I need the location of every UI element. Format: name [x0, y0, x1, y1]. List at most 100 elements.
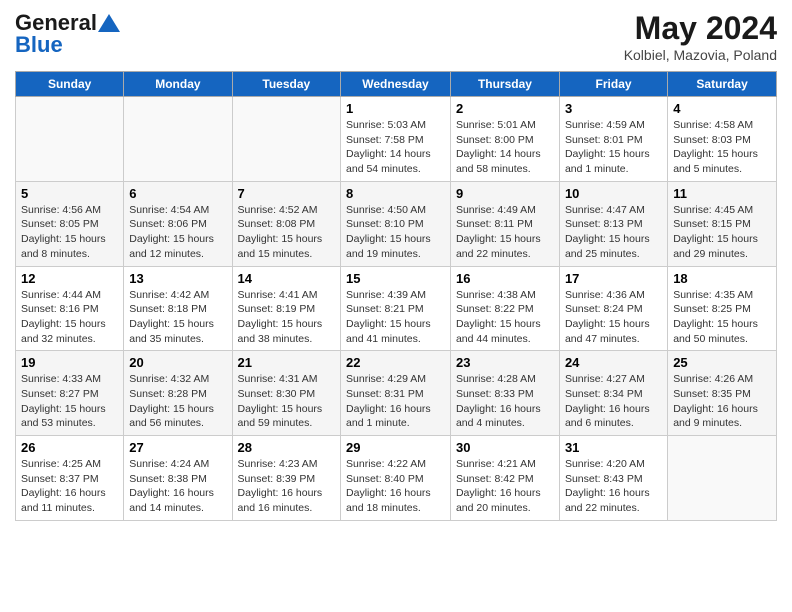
- title-block: May 2024 Kolbiel, Mazovia, Poland: [624, 10, 777, 63]
- day-number: 1: [346, 101, 445, 116]
- calendar-cell: 7Sunrise: 4:52 AMSunset: 8:08 PMDaylight…: [232, 181, 340, 266]
- day-info: Sunrise: 4:44 AMSunset: 8:16 PMDaylight:…: [21, 288, 118, 347]
- day-info: Sunrise: 4:49 AMSunset: 8:11 PMDaylight:…: [456, 203, 554, 262]
- calendar-cell: 17Sunrise: 4:36 AMSunset: 8:24 PMDayligh…: [559, 266, 667, 351]
- calendar-cell: 21 Sunrise: 4:31 AMSunset: 8:30 PMDayligh…: [232, 351, 340, 436]
- calendar-cell: 12Sunrise: 4:44 AMSunset: 8:16 PMDayligh…: [16, 266, 124, 351]
- day-number: 15: [346, 271, 445, 286]
- week-row-5: 26 Sunrise: 4:25 AMSunset: 8:37 PMDayligh…: [16, 436, 777, 521]
- calendar-cell: 24 Sunrise: 4:27 AMSunset: 8:34 PMDayligh…: [559, 351, 667, 436]
- calendar-cell: 2Sunrise: 5:01 AMSunset: 8:00 PMDaylight…: [450, 97, 559, 182]
- calendar-cell: 16Sunrise: 4:38 AMSunset: 8:22 PMDayligh…: [450, 266, 559, 351]
- day-number: 4: [673, 101, 771, 116]
- calendar-cell: [668, 436, 777, 521]
- day-info: Sunrise: 4:59 AMSunset: 8:01 PMDaylight:…: [565, 118, 662, 177]
- calendar-cell: 19Sunrise: 4:33 AMSunset: 8:27 PMDayligh…: [16, 351, 124, 436]
- day-info: Sunrise: 4:56 AMSunset: 8:05 PMDaylight:…: [21, 203, 118, 262]
- day-number: 11: [673, 186, 771, 201]
- logo: General Blue: [15, 10, 121, 58]
- calendar-cell: 22 Sunrise: 4:29 AMSunset: 8:31 PMDayligh…: [341, 351, 451, 436]
- day-info: Sunrise: 4:42 AMSunset: 8:18 PMDaylight:…: [129, 288, 226, 347]
- day-number: 10: [565, 186, 662, 201]
- day-info: Sunrise: 4:28 AMSunset: 8:33 PMDaylight:…: [456, 372, 554, 431]
- calendar-cell: 13 Sunrise: 4:42 AMSunset: 8:18 PMDayligh…: [124, 266, 232, 351]
- calendar-cell: 26 Sunrise: 4:25 AMSunset: 8:37 PMDayligh…: [16, 436, 124, 521]
- day-info: Sunrise: 4:21 AMSunset: 8:42 PMDaylight:…: [456, 457, 554, 516]
- day-number: 24: [565, 355, 662, 370]
- calendar-table: SundayMondayTuesdayWednesdayThursdayFrid…: [15, 71, 777, 521]
- day-number: 22: [346, 355, 445, 370]
- logo-icon: [98, 14, 120, 32]
- calendar-cell: 15 Sunrise: 4:39 AMSunset: 8:21 PMDayligh…: [341, 266, 451, 351]
- calendar-cell: 28 Sunrise: 4:23 AMSunset: 8:39 PMDayligh…: [232, 436, 340, 521]
- calendar-cell: 20 Sunrise: 4:32 AMSunset: 8:28 PMDayligh…: [124, 351, 232, 436]
- day-info: Sunrise: 4:29 AMSunset: 8:31 PMDaylight:…: [346, 372, 445, 431]
- day-number: 27: [129, 440, 226, 455]
- calendar-cell: 9 Sunrise: 4:49 AMSunset: 8:11 PMDaylight…: [450, 181, 559, 266]
- day-number: 19: [21, 355, 118, 370]
- day-number: 30: [456, 440, 554, 455]
- day-info: Sunrise: 4:54 AMSunset: 8:06 PMDaylight:…: [129, 203, 226, 262]
- column-header-thursday: Thursday: [450, 72, 559, 97]
- day-number: 13: [129, 271, 226, 286]
- day-info: Sunrise: 4:47 AMSunset: 8:13 PMDaylight:…: [565, 203, 662, 262]
- day-info: Sunrise: 4:39 AMSunset: 8:21 PMDaylight:…: [346, 288, 445, 347]
- day-number: 3: [565, 101, 662, 116]
- day-info: Sunrise: 4:41 AMSunset: 8:19 PMDaylight:…: [238, 288, 335, 347]
- week-row-2: 5 Sunrise: 4:56 AMSunset: 8:05 PMDaylight…: [16, 181, 777, 266]
- day-info: Sunrise: 4:58 AMSunset: 8:03 PMDaylight:…: [673, 118, 771, 177]
- day-info: Sunrise: 4:22 AMSunset: 8:40 PMDaylight:…: [346, 457, 445, 516]
- calendar-cell: 8 Sunrise: 4:50 AMSunset: 8:10 PMDaylight…: [341, 181, 451, 266]
- calendar-cell: 11 Sunrise: 4:45 AMSunset: 8:15 PMDayligh…: [668, 181, 777, 266]
- column-header-friday: Friday: [559, 72, 667, 97]
- day-info: Sunrise: 4:25 AMSunset: 8:37 PMDaylight:…: [21, 457, 118, 516]
- day-info: Sunrise: 4:31 AMSunset: 8:30 PMDaylight:…: [238, 372, 335, 431]
- day-info: Sunrise: 4:24 AMSunset: 8:38 PMDaylight:…: [129, 457, 226, 516]
- day-number: 5: [21, 186, 118, 201]
- column-header-saturday: Saturday: [668, 72, 777, 97]
- column-header-sunday: Sunday: [16, 72, 124, 97]
- day-number: 18: [673, 271, 771, 286]
- day-info: Sunrise: 4:20 AMSunset: 8:43 PMDaylight:…: [565, 457, 662, 516]
- week-row-1: 1 Sunrise: 5:03 AMSunset: 7:58 PMDaylight…: [16, 97, 777, 182]
- column-header-wednesday: Wednesday: [341, 72, 451, 97]
- calendar-body: 1 Sunrise: 5:03 AMSunset: 7:58 PMDaylight…: [16, 97, 777, 521]
- day-number: 25: [673, 355, 771, 370]
- day-number: 31: [565, 440, 662, 455]
- day-number: 26: [21, 440, 118, 455]
- day-number: 14: [238, 271, 335, 286]
- day-number: 21: [238, 355, 335, 370]
- calendar-cell: 31 Sunrise: 4:20 AMSunset: 8:43 PMDayligh…: [559, 436, 667, 521]
- calendar-header: SundayMondayTuesdayWednesdayThursdayFrid…: [16, 72, 777, 97]
- day-info: Sunrise: 5:03 AMSunset: 7:58 PMDaylight:…: [346, 118, 445, 177]
- calendar-cell: 14 Sunrise: 4:41 AMSunset: 8:19 PMDayligh…: [232, 266, 340, 351]
- day-info: Sunrise: 4:36 AMSunset: 8:24 PMDaylight:…: [565, 288, 662, 347]
- day-info: Sunrise: 4:23 AMSunset: 8:39 PMDaylight:…: [238, 457, 335, 516]
- column-header-tuesday: Tuesday: [232, 72, 340, 97]
- day-info: Sunrise: 4:27 AMSunset: 8:34 PMDaylight:…: [565, 372, 662, 431]
- calendar-cell: 30 Sunrise: 4:21 AMSunset: 8:42 PMDayligh…: [450, 436, 559, 521]
- calendar-cell: 25Sunrise: 4:26 AMSunset: 8:35 PMDayligh…: [668, 351, 777, 436]
- calendar-cell: 3 Sunrise: 4:59 AMSunset: 8:01 PMDaylight…: [559, 97, 667, 182]
- calendar-cell: 4 Sunrise: 4:58 AMSunset: 8:03 PMDaylight…: [668, 97, 777, 182]
- day-info: Sunrise: 5:01 AMSunset: 8:00 PMDaylight:…: [456, 118, 554, 177]
- page-header: General Blue May 2024 Kolbiel, Mazovia, …: [15, 10, 777, 63]
- calendar-cell: 29 Sunrise: 4:22 AMSunset: 8:40 PMDayligh…: [341, 436, 451, 521]
- week-row-4: 19Sunrise: 4:33 AMSunset: 8:27 PMDayligh…: [16, 351, 777, 436]
- day-number: 29: [346, 440, 445, 455]
- day-number: 6: [129, 186, 226, 201]
- day-number: 9: [456, 186, 554, 201]
- day-number: 20: [129, 355, 226, 370]
- day-info: Sunrise: 4:50 AMSunset: 8:10 PMDaylight:…: [346, 203, 445, 262]
- header-row: SundayMondayTuesdayWednesdayThursdayFrid…: [16, 72, 777, 97]
- day-number: 16: [456, 271, 554, 286]
- day-info: Sunrise: 4:35 AMSunset: 8:25 PMDaylight:…: [673, 288, 771, 347]
- month-year-title: May 2024: [624, 10, 777, 47]
- calendar-cell: [124, 97, 232, 182]
- day-number: 8: [346, 186, 445, 201]
- day-info: Sunrise: 4:32 AMSunset: 8:28 PMDaylight:…: [129, 372, 226, 431]
- day-info: Sunrise: 4:45 AMSunset: 8:15 PMDaylight:…: [673, 203, 771, 262]
- calendar-cell: 1 Sunrise: 5:03 AMSunset: 7:58 PMDaylight…: [341, 97, 451, 182]
- day-number: 28: [238, 440, 335, 455]
- calendar-cell: 23Sunrise: 4:28 AMSunset: 8:33 PMDayligh…: [450, 351, 559, 436]
